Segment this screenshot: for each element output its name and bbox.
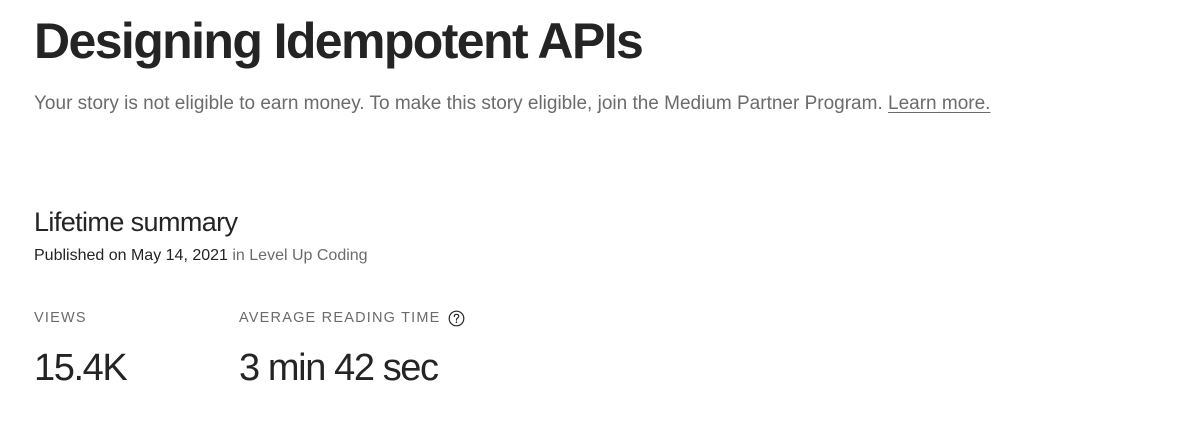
story-title: Designing Idempotent APIs (34, 13, 644, 69)
publication-name[interactable]: Level Up Coding (249, 247, 367, 264)
reading-time-label: AVERAGE READING TIME (239, 308, 465, 328)
published-date: May 14, 2021 (130, 247, 228, 264)
published-label: Published on (34, 247, 127, 264)
earnings-eligibility-notice: Your story is not eligible to earn money… (34, 91, 990, 117)
views-label: VIEWS (34, 308, 126, 328)
views-stat: VIEWS 15.4K (34, 308, 128, 392)
views-value: 15.4K (34, 347, 128, 389)
reading-time-label-text: AVERAGE READING TIME (239, 310, 441, 326)
question-circle-icon[interactable] (448, 310, 465, 327)
reading-time-value: 3 min 42 sec (239, 347, 439, 389)
lifetime-summary-heading: Lifetime summary (34, 207, 238, 237)
learn-more-link[interactable]: Learn more. (888, 93, 990, 114)
views-label-text: VIEWS (34, 310, 87, 326)
publication-in-label: in (232, 247, 245, 264)
average-reading-time-stat: AVERAGE READING TIME 3 min 42 sec (239, 308, 465, 392)
published-info: Published on May 14, 2021 in Level Up Co… (34, 245, 368, 267)
eligibility-notice-text: Your story is not eligible to earn money… (34, 93, 883, 114)
